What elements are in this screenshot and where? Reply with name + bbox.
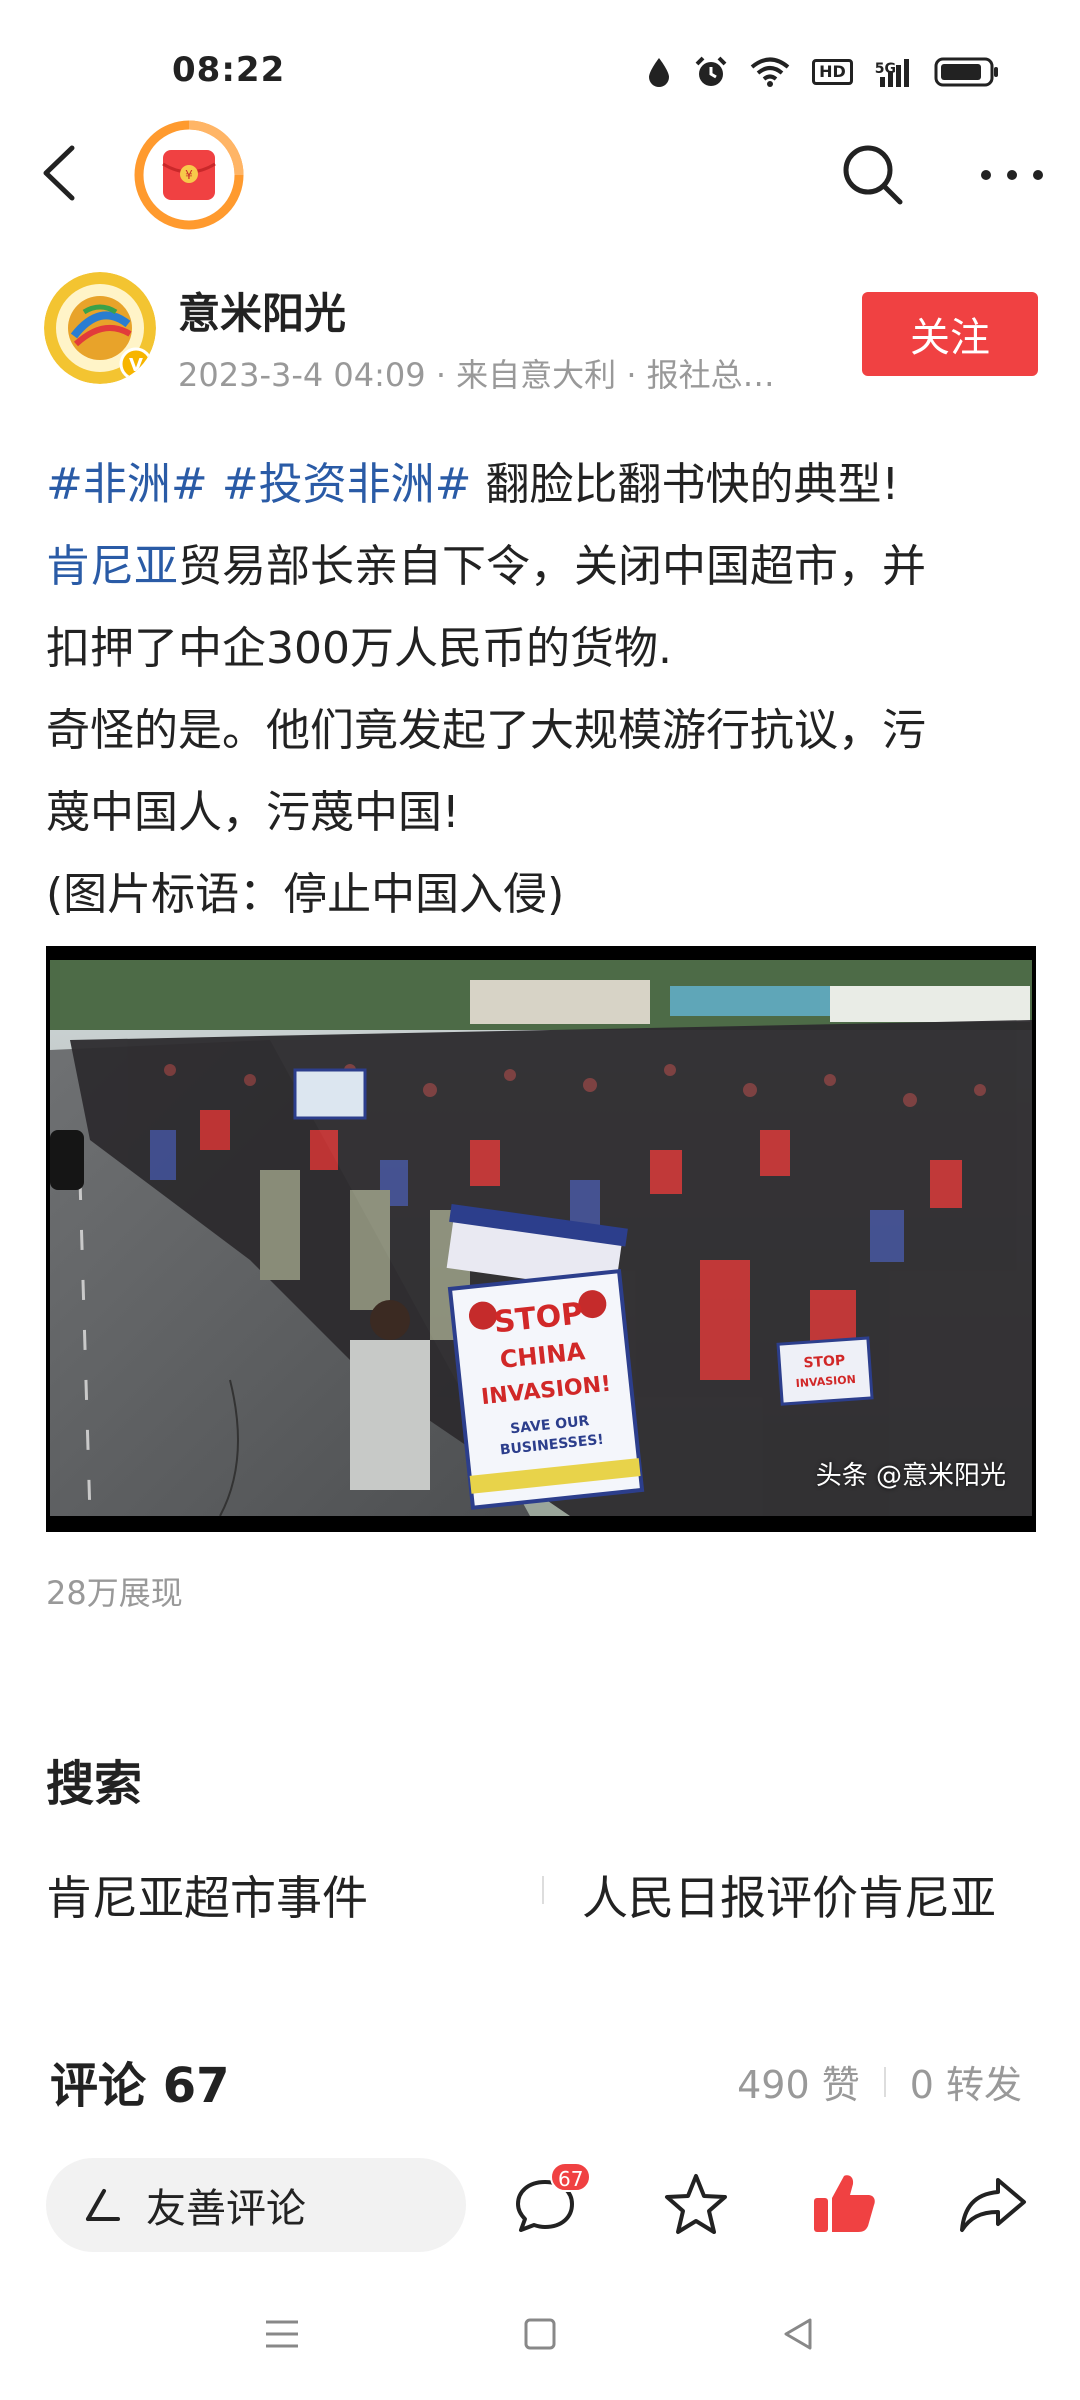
article-text: 贸易部长亲自下令，关闭中国超市，并 xyxy=(178,541,926,592)
comment-placeholder: 友善评论 xyxy=(146,2186,306,2232)
share-icon xyxy=(960,2178,1026,2232)
status-time: 08:22 xyxy=(172,50,286,90)
post-meta: 2023-3-4 04:09 · 来自意大利 · 报社总… xyxy=(178,356,775,394)
wifi-icon xyxy=(750,57,790,87)
pen-icon xyxy=(86,2189,120,2221)
article-line-2: 肯尼亚贸易部长亲自下令，关闭中国超市，并 xyxy=(46,526,1036,608)
favorite-button[interactable] xyxy=(660,2168,740,2244)
comments-title: 评论 67 xyxy=(50,2058,230,2114)
signal-label: 5G xyxy=(874,61,896,77)
more-button[interactable] xyxy=(972,140,1052,210)
article-line-3: 扣押了中企300万人民币的货物. xyxy=(46,623,672,674)
comment-badge: 67 xyxy=(550,2162,592,2192)
search-icon xyxy=(843,145,903,205)
like-button[interactable] xyxy=(808,2168,888,2244)
author-avatar[interactable]: V xyxy=(44,272,156,384)
top-nav-bar: ¥ xyxy=(0,120,1080,230)
search-suggestion-1[interactable]: 肯尼亚超市事件 xyxy=(46,1862,368,1928)
article-line-4: 奇怪的是。他们竟发起了大规模游行抗议，污 xyxy=(46,705,926,756)
view-count: 28万展现 xyxy=(46,1574,183,1612)
post-stats: 490 赞 0 转发 xyxy=(737,2054,1022,2109)
red-packet-button[interactable]: ¥ xyxy=(134,120,244,230)
svg-text:¥: ¥ xyxy=(185,168,193,182)
home-icon[interactable] xyxy=(518,2312,562,2356)
more-icon xyxy=(981,170,1043,180)
search-button[interactable] xyxy=(838,140,908,210)
share-button[interactable] xyxy=(956,2168,1036,2244)
article-body: #非洲# #投资非洲# 翻脸比翻书快的典型! 肯尼亚贸易部长亲自下令，关闭中国超… xyxy=(46,444,1036,936)
photo-watermark: 头条 @意米阳光 xyxy=(815,1461,1006,1491)
status-icons: HD 5G xyxy=(646,52,1000,92)
back-button[interactable] xyxy=(30,138,100,208)
photo-content: STOP CHINA INVASION! SAVE OUR BUSINESSES… xyxy=(50,960,1032,1516)
svg-text:STOP: STOP xyxy=(803,1353,846,1372)
kenya-link[interactable]: 肯尼亚 xyxy=(46,541,178,592)
stats-divider xyxy=(883,2066,886,2097)
red-packet-icon: ¥ xyxy=(134,120,244,230)
author-name[interactable]: 意米阳光 xyxy=(178,280,346,341)
comment-button[interactable]: 67 xyxy=(510,2162,592,2244)
article-line-6: (图片标语：停止中国入侵) xyxy=(46,869,565,920)
status-bar: 08:22 HD 5G xyxy=(0,0,1080,130)
back-arrow-icon xyxy=(43,145,75,201)
back-nav-icon[interactable] xyxy=(776,2312,820,2356)
menu-icon[interactable] xyxy=(260,2312,304,2356)
water-drop-icon xyxy=(649,58,670,87)
search-section-title: 搜索 xyxy=(46,1756,143,1812)
hd-icon: HD xyxy=(812,59,853,85)
svg-text:V: V xyxy=(129,355,143,376)
article-photo[interactable]: STOP CHINA INVASION! SAVE OUR BUSINESSES… xyxy=(46,946,1036,1532)
system-nav-bar xyxy=(0,2300,1080,2400)
avatar-logo-icon: V xyxy=(44,272,156,384)
follow-button[interactable]: 关注 xyxy=(862,292,1038,376)
like-count: 490 赞 xyxy=(737,2063,860,2107)
search-suggestion-2[interactable]: 人民日报评价肯尼亚 xyxy=(582,1862,996,1928)
article-text: 翻脸比翻书快的典型! xyxy=(471,459,900,510)
star-icon xyxy=(665,2174,727,2234)
share-count: 0 转发 xyxy=(909,2063,1022,2107)
search-divider xyxy=(542,1876,544,1904)
article-line-5: 蔑中国人，污蔑中国! xyxy=(46,787,460,838)
hashtag-links[interactable]: #非洲# #投资非洲# xyxy=(46,459,471,510)
battery-icon xyxy=(934,57,998,87)
alarm-icon xyxy=(695,56,727,86)
article-line-1: #非洲# #投资非洲# 翻脸比翻书快的典型! xyxy=(46,444,1036,526)
protest-crowd-image: STOP CHINA INVASION! SAVE OUR BUSINESSES… xyxy=(50,960,1032,1516)
comment-input[interactable]: 友善评论 xyxy=(46,2158,466,2252)
thumbs-up-icon xyxy=(814,2175,875,2232)
author-row: V 意米阳光 2023-3-4 04:09 · 来自意大利 · 报社总… 关注 xyxy=(0,272,1080,402)
